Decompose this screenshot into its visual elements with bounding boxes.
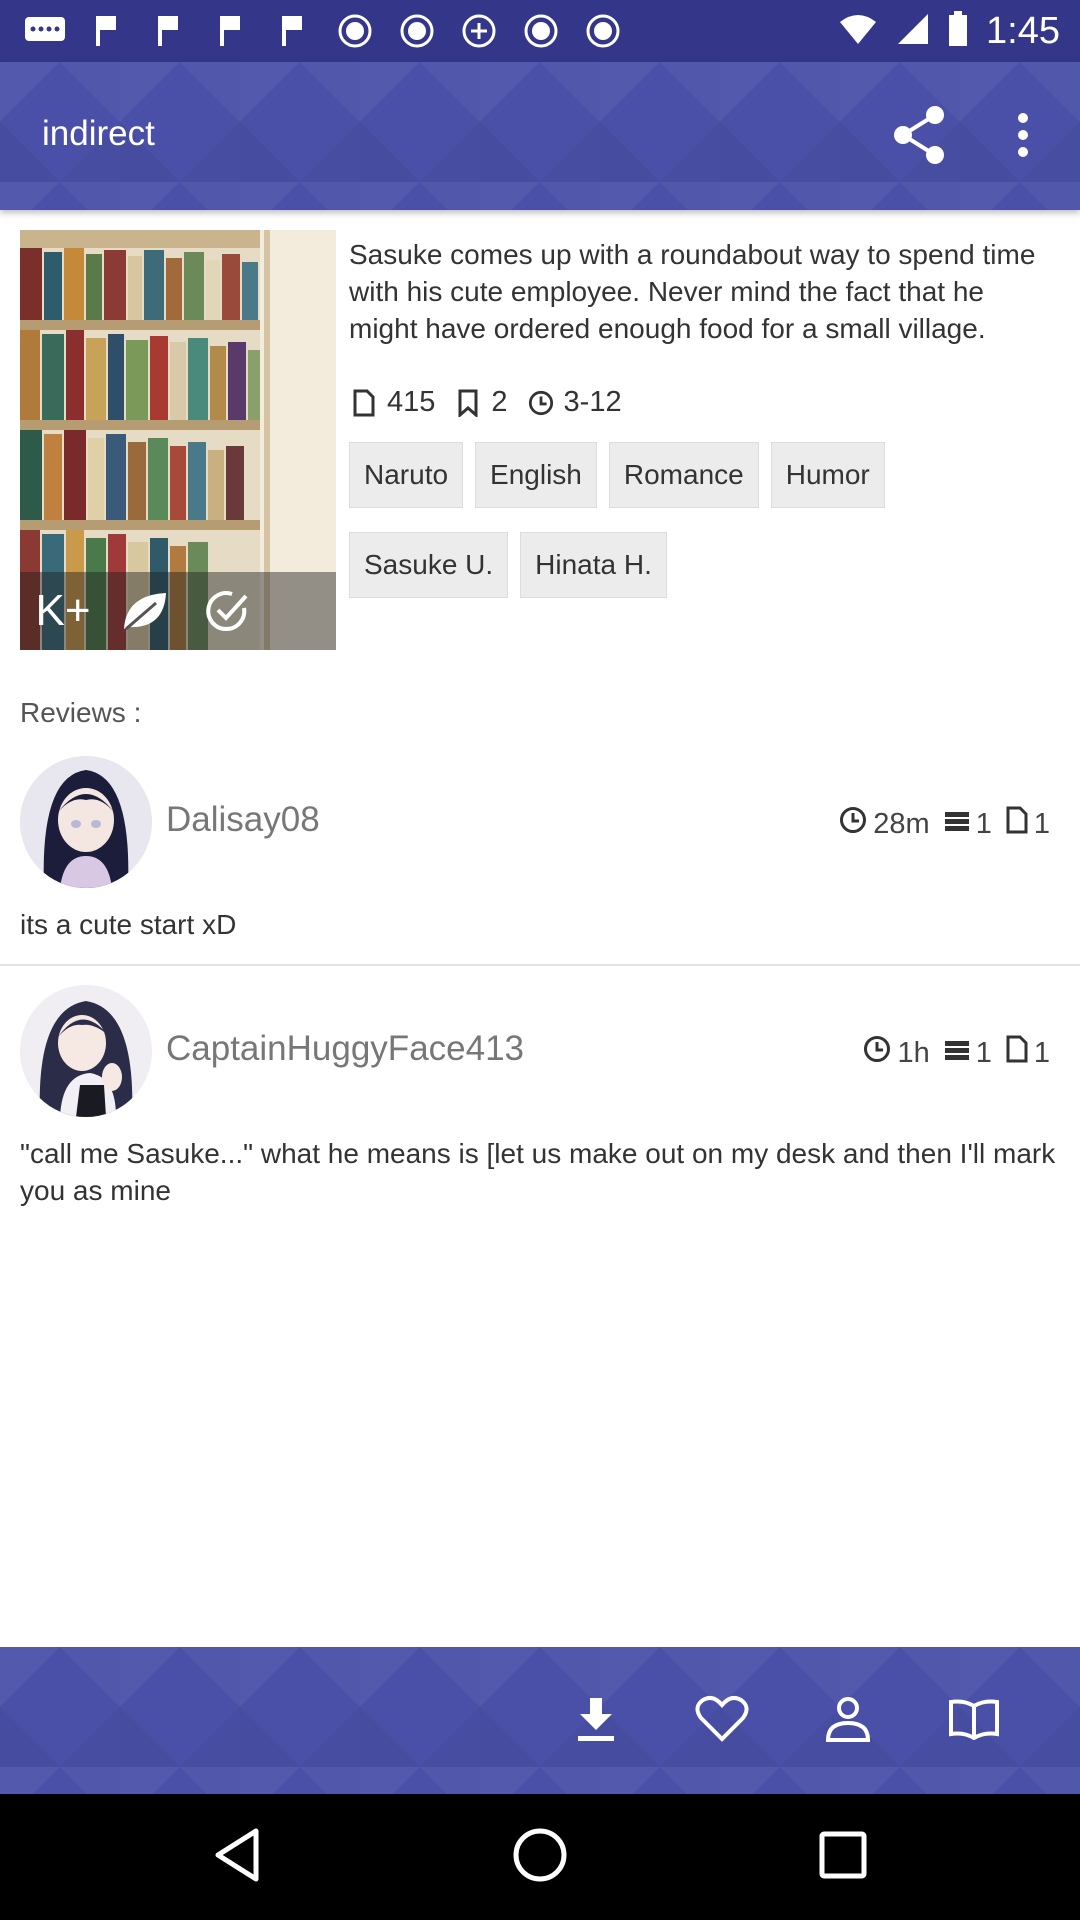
review-count: 1: [944, 808, 992, 841]
abc7-icon: [456, 14, 502, 48]
story-stats: 415 2 3-12: [351, 386, 632, 419]
flag-icon: [270, 14, 316, 48]
rating-badge: K+: [35, 586, 91, 635]
flag-icon: [84, 14, 130, 48]
status-bar: 1:45: [0, 0, 1080, 62]
reviews-heading: Reviews :: [20, 697, 142, 728]
review-time: 1h: [863, 1035, 930, 1071]
review-meta: 1h 1 1: [855, 1035, 1050, 1071]
review-time-text: 28m: [873, 807, 930, 840]
review-text: "call me Sasuke..." what he means is [le…: [20, 1138, 1056, 1206]
avatar[interactable]: [20, 756, 152, 888]
home-icon: [512, 1827, 568, 1888]
updated-date: 3-12: [563, 386, 622, 418]
download-icon: [576, 1696, 616, 1747]
clock-icon: [863, 1035, 891, 1071]
clock-icon: [839, 806, 867, 842]
tag-fandom[interactable]: Naruto: [349, 442, 464, 508]
leaf-icon: [112, 578, 178, 644]
review-chapter: 1: [1006, 1035, 1050, 1071]
words-count: 415: [387, 386, 436, 418]
tag-genre[interactable]: Humor: [770, 442, 885, 508]
review-text: its a cute start xD: [20, 909, 237, 940]
document-icon: [351, 388, 377, 418]
tag-character[interactable]: Hinata H.: [520, 532, 667, 598]
review-chapter-text: 1: [1033, 807, 1050, 840]
flag-icon: [208, 14, 254, 48]
bookmark-icon: [455, 388, 481, 418]
abc-news-icon: [518, 14, 564, 48]
chapters-stat: 2: [455, 386, 508, 419]
review-count: 1: [944, 1037, 992, 1070]
review-divider: [0, 964, 1080, 966]
share-icon: [891, 105, 947, 170]
app-bar: indirect: [0, 62, 1080, 210]
back-button[interactable]: [196, 1816, 278, 1898]
back-icon: [212, 1827, 262, 1888]
review-item: Dalisay08 28m 1 1 its a cute start xD: [0, 756, 1080, 962]
story-cover-image[interactable]: K+: [20, 230, 336, 650]
reviewer-name[interactable]: CaptainHuggyFace413: [166, 1029, 524, 1069]
review-count-text: 1: [975, 807, 992, 840]
read-button[interactable]: [936, 1683, 1012, 1759]
follow-person-icon: [825, 1696, 871, 1747]
cover-badges: K+: [20, 572, 336, 650]
words-stat: 415: [351, 386, 435, 419]
recents-button[interactable]: [802, 1816, 884, 1898]
favorite-heart-icon: [695, 1695, 749, 1748]
avatar[interactable]: [20, 985, 152, 1117]
home-button[interactable]: [499, 1816, 581, 1898]
review-time: 28m: [839, 806, 930, 842]
review-time-text: 1h: [897, 1036, 930, 1069]
more-vert-icon: [1016, 112, 1030, 163]
reviewer-name[interactable]: Dalisay08: [166, 800, 320, 840]
updated-stat: 3-12: [528, 386, 622, 419]
tag-character[interactable]: Sasuke U.: [349, 532, 509, 598]
review-item: CaptainHuggyFace413 1h 1 1 "call me Sasu…: [0, 985, 1080, 1245]
document-icon: [1006, 1035, 1028, 1071]
battery-icon: [948, 11, 968, 52]
abc-news-icon: [394, 14, 440, 48]
document-icon: [1006, 806, 1028, 842]
review-chapter-text: 1: [1033, 1036, 1050, 1069]
system-nav-bar: [0, 1794, 1080, 1920]
list-icon: [944, 808, 970, 841]
read-book-icon: [948, 1698, 1000, 1745]
bottom-action-bar: [0, 1647, 1080, 1794]
favorite-button[interactable]: [684, 1683, 760, 1759]
review-meta: 28m 1 1: [831, 806, 1050, 842]
clock-icon: [528, 388, 554, 418]
abc-news-icon: [580, 14, 626, 48]
signal-icon: [896, 12, 930, 51]
chapters-count: 2: [491, 386, 508, 418]
tag-language[interactable]: English: [475, 442, 597, 508]
story-summary: Sasuke comes up with a roundabout way to…: [349, 239, 1036, 344]
chat-icon: [22, 14, 68, 48]
page-title: indirect: [42, 114, 155, 153]
share-button[interactable]: [884, 102, 954, 172]
check-complete-icon: [194, 578, 260, 644]
follow-author-button[interactable]: [810, 1683, 886, 1759]
notification-icons: [22, 14, 626, 48]
download-button[interactable]: [558, 1683, 634, 1759]
list-icon: [944, 1037, 970, 1070]
abc-news-icon: [332, 14, 378, 48]
wifi-icon: [838, 12, 878, 51]
recents-icon: [819, 1831, 867, 1884]
review-count-text: 1: [975, 1036, 992, 1069]
flag-icon: [146, 14, 192, 48]
story-tags: Naruto English Romance Humor Sasuke U. H…: [349, 442, 1049, 598]
review-chapter: 1: [1006, 806, 1050, 842]
status-time: 1:45: [986, 10, 1060, 52]
more-options-button[interactable]: [988, 102, 1058, 172]
tag-genre[interactable]: Romance: [608, 442, 759, 508]
